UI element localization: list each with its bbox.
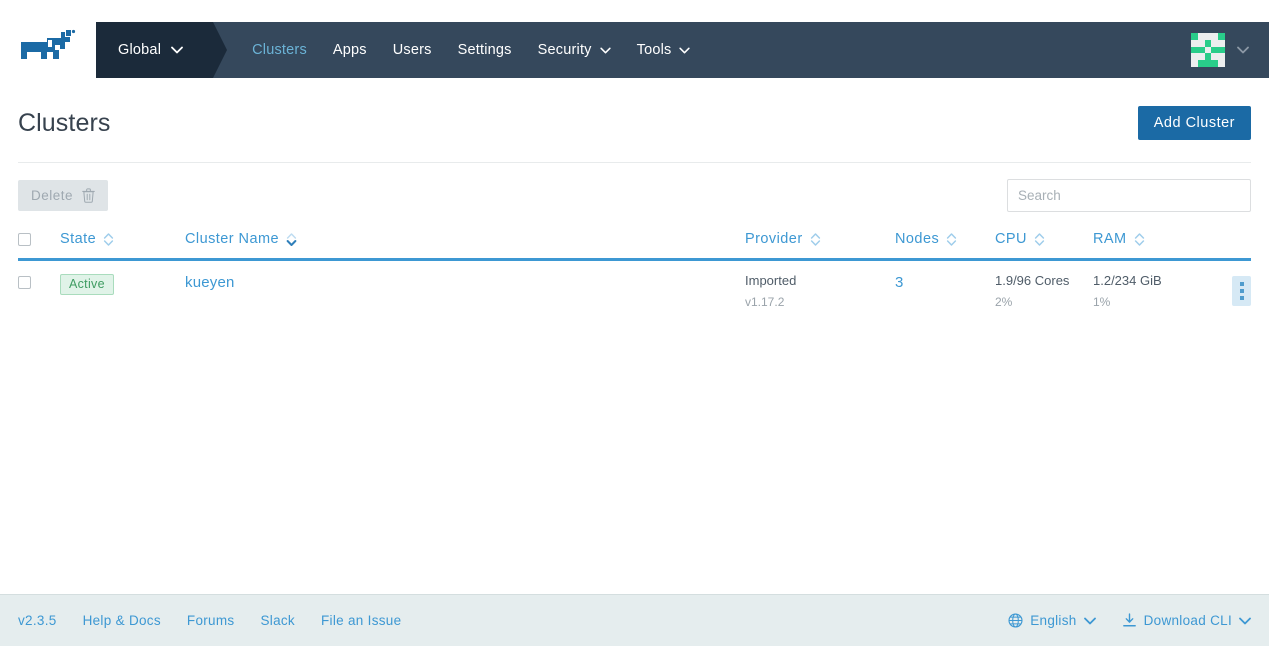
footer-right: English Download CLI — [982, 613, 1251, 628]
globe-icon — [1008, 613, 1023, 628]
provider-name: Imported — [745, 273, 797, 288]
nav-item-label: Settings — [457, 42, 512, 58]
footer-link-forums[interactable]: Forums — [187, 613, 235, 628]
cpu-usage: 1.9/96 Cores — [995, 273, 1070, 288]
scope-selector[interactable]: Global — [96, 22, 228, 78]
row-select-cell — [18, 260, 60, 324]
row-actions-cell — [1203, 260, 1251, 324]
delete-button-label: Delete — [31, 188, 74, 203]
download-cli-selector[interactable]: Download CLI — [1122, 613, 1251, 628]
row-ram-cell: 1.2/234 GiB 1% — [1093, 260, 1203, 324]
table-header-row: State Cluster Name Provider Nodes CPU RA… — [18, 225, 1251, 261]
cpu-percent: 2% — [995, 294, 1013, 309]
column-header-nodes[interactable]: Nodes — [895, 225, 995, 261]
download-icon — [1122, 613, 1137, 628]
nav-item-label: Tools — [636, 42, 672, 58]
column-header-ram[interactable]: RAM — [1093, 225, 1203, 261]
column-header-actions — [1203, 225, 1251, 261]
column-label: State — [60, 231, 97, 247]
column-label: Cluster Name — [185, 231, 280, 247]
select-all-header — [18, 225, 60, 261]
chevron-down-icon — [1083, 617, 1096, 625]
table-toolbar: Delete — [18, 163, 1251, 225]
column-label: Provider — [745, 231, 803, 247]
app-footer: v2.3.5 Help & Docs Forums Slack File an … — [0, 594, 1269, 646]
rancher-cow-logo — [21, 29, 76, 59]
nav-item-security[interactable]: Security — [525, 22, 624, 78]
add-cluster-button[interactable]: Add Cluster — [1137, 106, 1251, 140]
provider-version: v1.17.2 — [745, 294, 785, 309]
sort-icon — [1034, 232, 1045, 247]
chevron-down-icon — [1239, 617, 1251, 625]
ram-percent: 1% — [1093, 294, 1111, 309]
nav-item-list: Clusters Apps Users Settings Security To… — [239, 22, 703, 78]
rancher-logo[interactable] — [0, 22, 96, 78]
footer-link-help-docs[interactable]: Help & Docs — [83, 613, 161, 628]
chevron-down-icon — [599, 47, 611, 54]
chevron-down-icon — [679, 47, 691, 54]
clusters-table: State Cluster Name Provider Nodes CPU RA… — [18, 225, 1251, 324]
column-header-provider[interactable]: Provider — [745, 225, 895, 261]
scope-label: Global — [118, 42, 162, 58]
language-selector[interactable]: English — [1008, 613, 1096, 628]
table-row: Active kueyen Imported v1.17.2 3 1.9/96 … — [18, 260, 1251, 324]
row-checkbox[interactable] — [18, 276, 31, 290]
sort-icon — [946, 232, 957, 247]
sort-icon — [1134, 232, 1145, 247]
page-header: Clusters Add Cluster — [18, 78, 1251, 163]
vertical-dots-icon[interactable] — [1232, 276, 1251, 306]
footer-link-version[interactable]: v2.3.5 — [18, 613, 57, 628]
user-identicon-avatar — [1191, 33, 1225, 67]
delete-button[interactable]: Delete — [18, 180, 109, 211]
column-label: CPU — [995, 231, 1027, 247]
column-label: RAM — [1093, 231, 1127, 247]
nav-item-tools[interactable]: Tools — [624, 22, 704, 78]
footer-link-slack[interactable]: Slack — [260, 613, 295, 628]
nav-item-users[interactable]: Users — [380, 22, 445, 78]
row-provider-cell: Imported v1.17.2 — [745, 260, 895, 324]
row-nodes-cell: 3 — [895, 260, 995, 324]
app-header: Global Clusters Apps Users Settings Secu… — [0, 0, 1269, 78]
chevron-down-icon — [171, 46, 184, 54]
nav-item-settings[interactable]: Settings — [445, 22, 525, 78]
row-cpu-cell: 1.9/96 Cores 2% — [995, 260, 1093, 324]
main-content: Clusters Add Cluster Delete Search State… — [0, 78, 1269, 594]
nodes-count-link[interactable]: 3 — [895, 274, 903, 291]
column-header-cluster-name[interactable]: Cluster Name — [185, 225, 745, 261]
footer-link-file-an-issue[interactable]: File an Issue — [321, 613, 401, 628]
column-header-state[interactable]: State — [60, 225, 185, 261]
cluster-name-link[interactable]: kueyen — [185, 274, 235, 291]
page-title: Clusters — [18, 108, 111, 137]
user-menu[interactable] — [1191, 22, 1269, 78]
search-input[interactable] — [1007, 179, 1251, 212]
row-state-cell: Active — [60, 260, 185, 324]
sort-icon-active — [286, 232, 297, 247]
chevron-down-icon — [1237, 41, 1249, 59]
clusters-page: Global Clusters Apps Users Settings Secu… — [0, 0, 1269, 646]
status-badge: Active — [60, 274, 114, 295]
nav-item-clusters[interactable]: Clusters — [239, 22, 320, 78]
select-all-checkbox[interactable] — [18, 232, 31, 246]
row-name-cell: kueyen — [185, 260, 745, 324]
main-navbar: Global Clusters Apps Users Settings Secu… — [96, 22, 1269, 78]
nav-item-label: Users — [392, 42, 432, 58]
column-header-cpu[interactable]: CPU — [995, 225, 1093, 261]
ram-usage: 1.2/234 GiB — [1093, 273, 1162, 288]
nav-item-label: Clusters — [252, 42, 307, 58]
sort-icon — [810, 232, 821, 247]
nav-item-apps[interactable]: Apps — [320, 22, 380, 78]
trash-icon — [82, 188, 95, 203]
nav-item-label: Security — [537, 42, 592, 58]
nav-item-label: Apps — [332, 42, 367, 58]
download-cli-label: Download CLI — [1143, 613, 1232, 628]
sort-icon — [103, 232, 114, 247]
language-label: English — [1030, 613, 1077, 628]
column-label: Nodes — [895, 231, 940, 247]
